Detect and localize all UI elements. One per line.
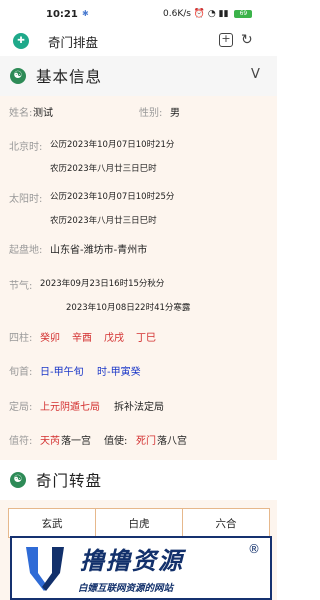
place-label: 起盘地: (9, 245, 43, 256)
jieqi-label: 节气: (9, 281, 33, 292)
page-title[interactable]: 奇门排盘 (48, 32, 98, 51)
sizhu-hour: 丁巳 (136, 333, 156, 344)
shield-icon[interactable]: ✚ (13, 33, 29, 49)
name-value: 测试 (33, 108, 53, 119)
solar-lunar: 农历2023年八月廿三日巳时 (50, 216, 157, 226)
taiji-logo-icon: ☯ (10, 68, 26, 84)
alarm-icon: ⏰ (193, 9, 206, 19)
sizhu-year: 癸卯 (40, 333, 60, 344)
sizhu-day: 戊戌 (104, 333, 124, 344)
solar-label: 太阳时: (9, 194, 43, 205)
status-time: 10:21 (46, 9, 78, 20)
status-right: 0.6K/s ⏰ ◔ ▮▮ 69 (163, 9, 253, 19)
status-bar: 10:21 ✱ 0.6K/s ⏰ ◔ ▮▮ 69 (0, 0, 277, 30)
watermark-subtitle: 白嫖互联网资源的网站 (78, 583, 174, 594)
xunshou-label: 旬首: (9, 367, 33, 378)
browser-bar: ✚ 奇门排盘 + ↻ (0, 28, 277, 54)
beijing-lunar: 农历2023年八月廿三日巳时 (50, 164, 157, 174)
reload-icon[interactable]: ↻ (241, 32, 253, 48)
zhuanpan-header[interactable]: ☯ 奇门转盘 (0, 460, 277, 500)
collapse-toggle-icon[interactable]: V (251, 67, 260, 82)
ju-label: 定局: (9, 402, 33, 413)
page-content: ☯ 基本信息 V 姓名: 测试 性别: 男 北京时: 公历2023年10月07日… (0, 56, 277, 600)
zhuanpan-title: 奇门转盘 (36, 472, 103, 490)
solar-solar: 公历2023年10月07日10时25分 (50, 192, 175, 202)
registered-mark: ® (248, 542, 260, 556)
grid-cell[interactable]: 六合 (183, 509, 269, 537)
watermark-banner: 撸撸资源 ® 白嫖互联网资源的网站 (10, 536, 272, 600)
gender-label: 性别: (139, 108, 163, 119)
gender-value: 男 (170, 108, 180, 119)
beijing-solar: 公历2023年10月07日10时21分 (50, 140, 175, 150)
sizhu-month: 辛酉 (72, 333, 92, 344)
basic-info-title: 基本信息 (36, 68, 103, 86)
signal-icon: ▮▮ (218, 9, 229, 19)
watermark-logo-icon (26, 547, 64, 591)
watermark-title: 撸撸资源 (80, 547, 184, 575)
zhifu-star: 天芮 (40, 436, 60, 447)
xunshou-hour: 时-甲寅癸 (97, 367, 141, 378)
zhuanpan-grid: 玄武 白虎 六合 (8, 508, 270, 538)
battery-icon: 69 (234, 9, 253, 18)
xunshou-day: 日-甲午旬 (40, 367, 84, 378)
zhifu-palace: 落一宫 (61, 436, 91, 447)
zhishi-label: 值使: (104, 436, 128, 447)
ju-method: 拆补法定局 (114, 402, 164, 413)
add-tab-button[interactable]: + (219, 33, 233, 47)
sizhu-label: 四柱: (9, 333, 33, 344)
jieqi-1: 2023年09月23日16时15分秋分 (40, 279, 165, 289)
beijing-label: 北京时: (9, 142, 43, 153)
grid-cell[interactable]: 玄武 (9, 509, 96, 537)
zhishi-door: 死门 (136, 436, 156, 447)
ju-value: 上元阴遁七局 (40, 402, 100, 413)
jieqi-2: 2023年10月08日22时41分寒露 (66, 303, 191, 313)
basic-info-header[interactable]: ☯ 基本信息 V (0, 56, 277, 96)
place-value: 山东省-潍坊市-青州市 (50, 245, 148, 256)
zhishi-palace: 落八宫 (157, 436, 187, 447)
zhifu-label: 值符: (9, 436, 33, 447)
wifi-icon: ◔ (207, 9, 216, 19)
name-label: 姓名: (9, 108, 33, 119)
bluetooth-icon: ✱ (82, 9, 89, 18)
taiji-logo-icon: ☯ (10, 472, 26, 488)
network-speed: 0.6K/s (163, 9, 191, 19)
grid-cell[interactable]: 白虎 (96, 509, 183, 537)
